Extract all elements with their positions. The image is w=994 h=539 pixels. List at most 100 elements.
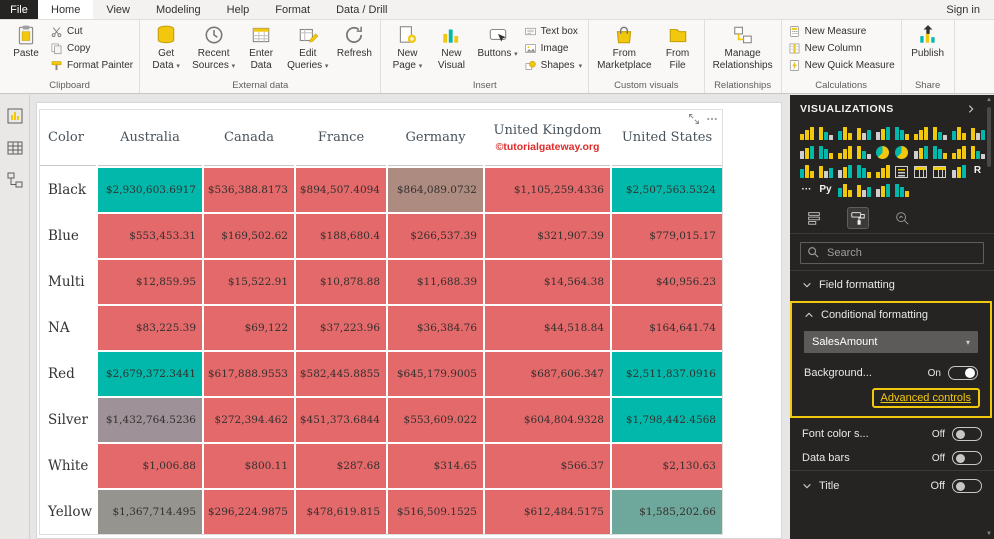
- visual-type-kpi-icon[interactable]: [874, 163, 891, 178]
- focus-mode-icon[interactable]: [688, 113, 700, 125]
- matrix-cell[interactable]: $553,453.31: [98, 214, 202, 258]
- matrix-cell[interactable]: $15,522.91: [204, 260, 294, 304]
- section-field-formatting[interactable]: Field formatting: [790, 270, 994, 299]
- matrix-cell[interactable]: $164,641.74: [612, 306, 722, 350]
- visual-type-qna-icon[interactable]: [874, 182, 891, 197]
- visual-type-area-icon[interactable]: [931, 125, 948, 140]
- matrix-visual[interactable]: Color Australia Canada France Germany United …: [39, 109, 723, 535]
- visual-type-funnel-icon[interactable]: [798, 163, 815, 178]
- matrix-row-label[interactable]: Multi: [40, 260, 96, 304]
- file-menu-button[interactable]: File: [0, 0, 38, 19]
- matrix-column-header[interactable]: Australia: [98, 110, 202, 166]
- matrix-row-label[interactable]: Red: [40, 352, 96, 396]
- matrix-column-header[interactable]: Canada: [204, 110, 294, 166]
- matrix-cell[interactable]: $1,367,714.495: [98, 490, 202, 534]
- matrix-cell[interactable]: $2,507,563.5324: [612, 168, 722, 212]
- matrix-cell[interactable]: $10,878.88: [296, 260, 386, 304]
- report-page[interactable]: Color Australia Canada France Germany United …: [36, 102, 782, 539]
- visual-type-ellipsis-icon[interactable]: ···: [798, 182, 815, 197]
- panel-scrollbar[interactable]: ▲ ▼: [984, 95, 994, 539]
- matrix-cell[interactable]: $2,930,603.6917: [98, 168, 202, 212]
- data-view-button[interactable]: [6, 139, 24, 157]
- matrix-cell[interactable]: $566.37: [485, 444, 610, 488]
- visual-type-filled-map-icon[interactable]: [950, 144, 967, 159]
- matrix-cell[interactable]: $1,006.88: [98, 444, 202, 488]
- matrix-cell[interactable]: $2,511,837.0916: [612, 352, 722, 396]
- ribbon-buttons-button[interactable]: Buttons ▾: [473, 21, 521, 61]
- matrix-cell[interactable]: $314.65: [388, 444, 483, 488]
- title-toggle[interactable]: [952, 479, 982, 493]
- tab-fields[interactable]: [804, 208, 824, 228]
- visual-type-python-icon[interactable]: Py: [817, 182, 834, 197]
- visual-type-multi-row-card-icon[interactable]: [855, 163, 872, 178]
- matrix-row-label[interactable]: White: [40, 444, 96, 488]
- matrix-cell[interactable]: $266,537.39: [388, 214, 483, 258]
- matrix-cell[interactable]: $478,619.815: [296, 490, 386, 534]
- background-toggle[interactable]: [948, 366, 978, 380]
- matrix-cell[interactable]: $894,507.4094: [296, 168, 386, 212]
- matrix-cell[interactable]: $37,223.96: [296, 306, 386, 350]
- visual-type-clustered-column-icon[interactable]: [855, 125, 872, 140]
- ribbon-new-column-button[interactable]: New Column: [788, 42, 895, 55]
- matrix-cell[interactable]: $582,445.8855: [296, 352, 386, 396]
- visual-type-pie-icon[interactable]: [874, 144, 891, 159]
- matrix-row-label[interactable]: Silver: [40, 398, 96, 442]
- matrix-column-header[interactable]: Germany: [388, 110, 483, 166]
- visual-type-stacked-bar-icon[interactable]: [798, 125, 815, 140]
- report-view-button[interactable]: [6, 107, 24, 125]
- visual-type-line-stacked-column-icon[interactable]: [798, 144, 815, 159]
- ribbon-cut-button[interactable]: Cut: [50, 25, 133, 38]
- visual-type-100-stacked-column-icon[interactable]: [893, 125, 910, 140]
- search-input[interactable]: [825, 246, 977, 260]
- visual-type-paginated-report-icon[interactable]: [836, 182, 853, 197]
- visual-type-treemap-icon[interactable]: [912, 144, 929, 159]
- matrix-column-header[interactable]: Color: [40, 110, 96, 166]
- visual-type-matrix-icon[interactable]: [931, 163, 948, 178]
- ribbon-recent-sources-button[interactable]: Recent Sources ▾: [188, 21, 239, 72]
- matrix-cell[interactable]: $617,888.9553: [204, 352, 294, 396]
- matrix-cell[interactable]: $645,179.9005: [388, 352, 483, 396]
- matrix-cell[interactable]: $1,105,259.4336: [485, 168, 610, 212]
- matrix-cell[interactable]: $11,688.39: [388, 260, 483, 304]
- matrix-cell[interactable]: $612,484.5175: [485, 490, 610, 534]
- matrix-cell[interactable]: $69,122: [204, 306, 294, 350]
- matrix-cell[interactable]: $2,679,372.3441: [98, 352, 202, 396]
- matrix-row-label[interactable]: Yellow: [40, 490, 96, 534]
- data-bars-toggle[interactable]: [952, 451, 982, 465]
- matrix-cell[interactable]: $451,373.6844: [296, 398, 386, 442]
- ribbon-new-page-button[interactable]: New Page ▾: [385, 21, 429, 72]
- visual-type-card-icon[interactable]: [836, 163, 853, 178]
- matrix-cell[interactable]: $2,130.63: [612, 444, 722, 488]
- tab-data-drill[interactable]: Data / Drill: [323, 0, 400, 19]
- visual-type-waterfall-icon[interactable]: [836, 144, 853, 159]
- tab-format[interactable]: [847, 207, 869, 229]
- matrix-cell[interactable]: $44,518.84: [485, 306, 610, 350]
- matrix-cell[interactable]: $604,804.9328: [485, 398, 610, 442]
- matrix-cell[interactable]: $12,859.95: [98, 260, 202, 304]
- ribbon-manage-relationships-button[interactable]: Manage Relationships: [709, 21, 777, 72]
- field-dropdown[interactable]: SalesAmount ▾: [804, 331, 978, 353]
- visual-type-clustered-bar-icon[interactable]: [836, 125, 853, 140]
- ribbon-from-marketplace-button[interactable]: From Marketplace: [593, 21, 655, 72]
- ribbon-from-file-button[interactable]: From File: [656, 21, 700, 72]
- visual-type-stacked-area-icon[interactable]: [950, 125, 967, 140]
- matrix-cell[interactable]: $1,585,202.66: [612, 490, 722, 534]
- advanced-controls-link[interactable]: Advanced controls: [881, 392, 972, 404]
- matrix-cell[interactable]: $296,224.9875: [204, 490, 294, 534]
- matrix-cell[interactable]: $864,089.0732: [388, 168, 483, 212]
- ribbon-new-visual-button[interactable]: New Visual: [429, 21, 473, 72]
- ribbon-new-quick-measure-button[interactable]: New Quick Measure: [788, 59, 895, 72]
- ribbon-image-button[interactable]: Image: [524, 42, 582, 55]
- ribbon-shapes-button[interactable]: Shapes ▾: [524, 59, 582, 72]
- scroll-down-icon[interactable]: ▼: [986, 531, 992, 537]
- font-color-toggle[interactable]: [952, 427, 982, 441]
- matrix-cell[interactable]: $687,606.347: [485, 352, 610, 396]
- visual-type-donut-icon[interactable]: [893, 144, 910, 159]
- matrix-cell[interactable]: $169,502.62: [204, 214, 294, 258]
- ribbon-paste-button[interactable]: Paste: [4, 21, 48, 61]
- matrix-cell[interactable]: $287.68: [296, 444, 386, 488]
- tab-format[interactable]: Format: [262, 0, 323, 19]
- model-view-button[interactable]: [6, 171, 24, 189]
- ribbon-text-box-button[interactable]: Text box: [524, 25, 582, 38]
- matrix-cell[interactable]: $553,609.022: [388, 398, 483, 442]
